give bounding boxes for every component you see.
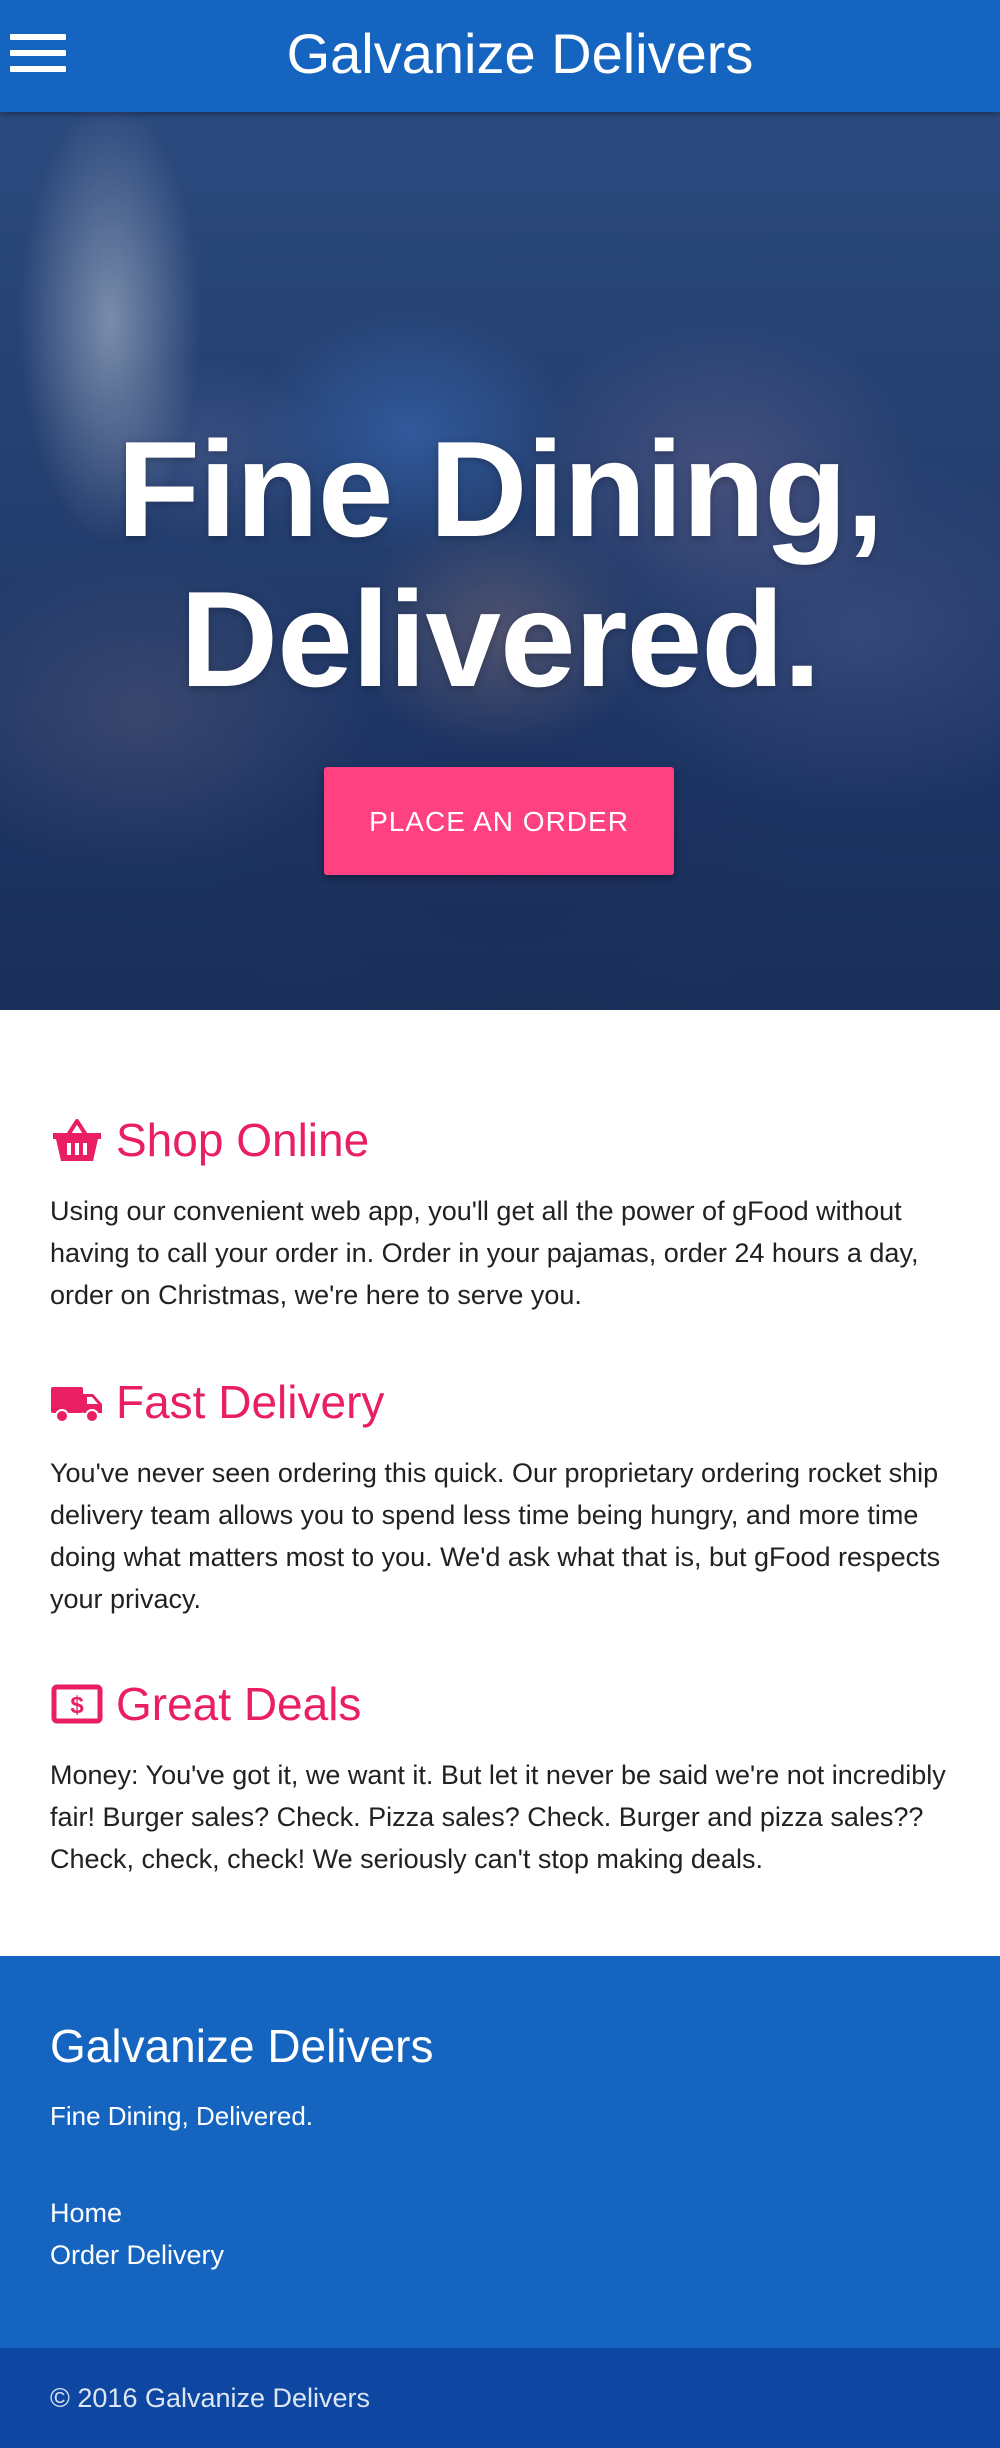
copyright-bar: © 2016 Galvanize Delivers <box>0 2348 1000 2448</box>
truck-icon <box>50 1375 104 1429</box>
feature-heading: Fast Delivery <box>50 1362 960 1442</box>
hero-title-line-2: Delivered. <box>179 563 821 715</box>
footer-link-item: Home <box>50 2192 950 2234</box>
footer-link-home[interactable]: Home <box>50 2198 122 2228</box>
footer-title: Galvanize Delivers <box>50 2020 434 2072</box>
hero-title: Fine Dining, Delivered. <box>0 414 1000 714</box>
money-bill-icon: $ <box>50 1677 104 1731</box>
feature-title: Shop Online <box>116 1114 370 1166</box>
feature-description: Money: You've got it, we want it. But le… <box>50 1760 946 1874</box>
feature-fast-delivery: Fast Delivery You've never seen ordering… <box>50 1362 960 1620</box>
footer-link-order-delivery[interactable]: Order Delivery <box>50 2240 224 2270</box>
footer-link-item: Order Delivery <box>50 2234 950 2276</box>
feature-heading: $ Great Deals <box>50 1664 960 1744</box>
feature-shop-online: Shop Online Using our convenient web app… <box>50 1100 960 1316</box>
feature-great-deals: $ Great Deals Money: You've got it, we w… <box>50 1664 960 1880</box>
feature-title: Great Deals <box>116 1678 362 1730</box>
place-order-button[interactable]: PLACE AN ORDER <box>324 767 674 875</box>
feature-heading: Shop Online <box>50 1100 960 1180</box>
hero-banner: Fine Dining, Delivered. PLACE AN ORDER <box>0 112 1000 1010</box>
footer: Galvanize Delivers Fine Dining, Delivere… <box>0 1956 1000 2348</box>
top-navbar: Galvanize Delivers <box>0 0 1000 112</box>
footer-links: Home Order Delivery <box>50 2192 950 2276</box>
feature-description: Using our convenient web app, you'll get… <box>50 1196 919 1310</box>
feature-title: Fast Delivery <box>116 1376 385 1428</box>
footer-tagline: Fine Dining, Delivered. <box>50 2101 314 2131</box>
svg-text:$: $ <box>70 1692 84 1719</box>
brand-title[interactable]: Galvanize Delivers <box>40 18 1000 90</box>
hero-title-line-1: Fine Dining, <box>116 413 884 565</box>
shopping-basket-icon <box>50 1113 104 1167</box>
feature-description: You've never seen ordering this quick. O… <box>50 1458 941 1614</box>
features-section: Shop Online Using our convenient web app… <box>0 1010 1000 1956</box>
